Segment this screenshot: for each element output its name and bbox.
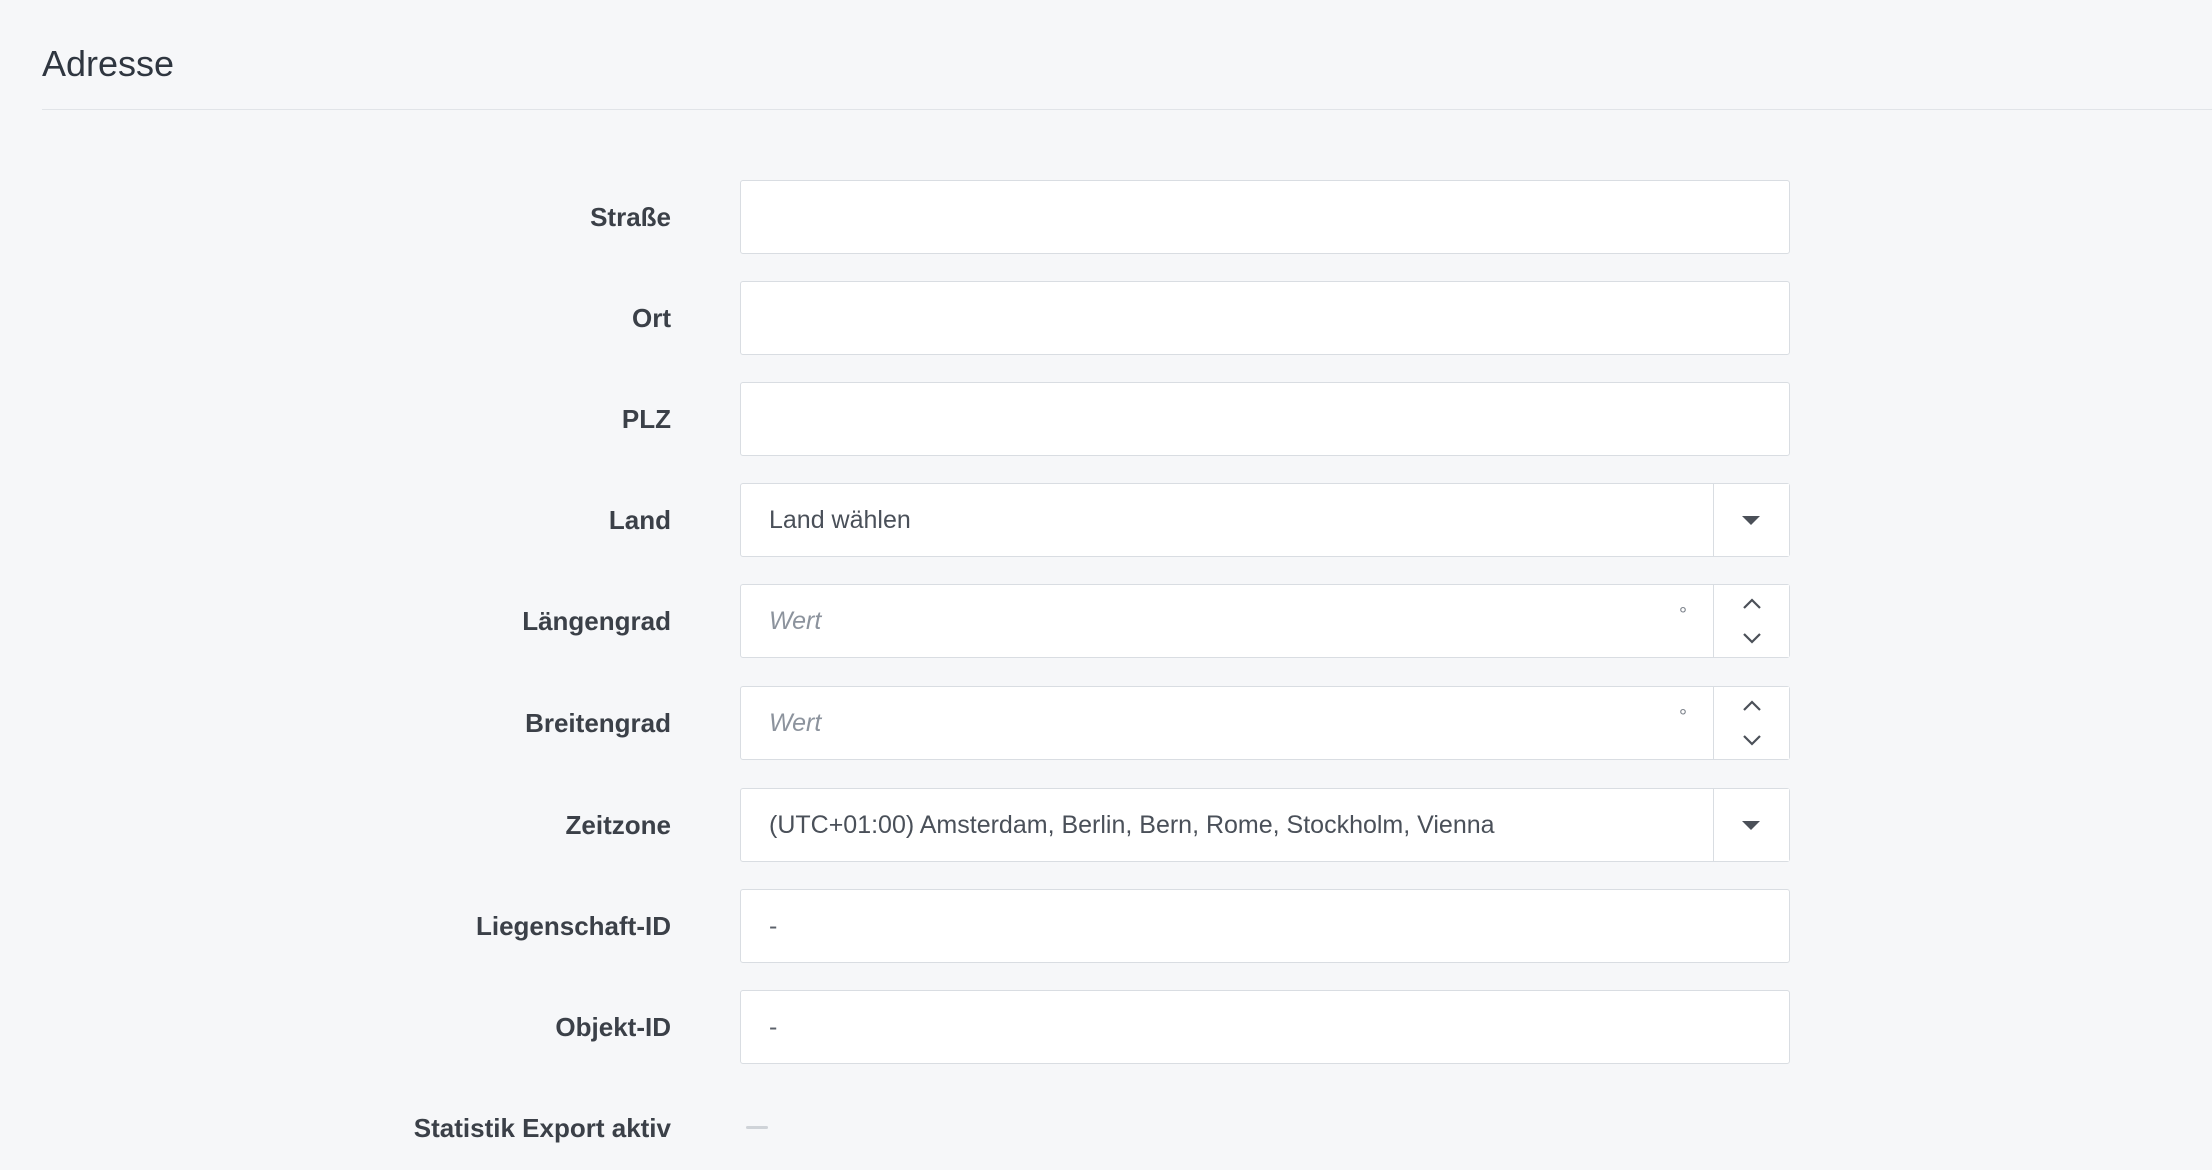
chevron-down-icon (1743, 735, 1761, 746)
latitude-increment-button[interactable] (1738, 695, 1766, 717)
chevron-down-icon (1742, 516, 1760, 525)
section-header: Adresse (42, 0, 2212, 110)
section-title: Adresse (42, 43, 175, 84)
statistics-export-value (746, 1126, 768, 1129)
city-input[interactable] (741, 282, 1789, 354)
zip-label: PLZ (621, 404, 671, 434)
longitude-decrement-button[interactable] (1738, 627, 1766, 649)
zip-input[interactable] (741, 383, 1789, 455)
street-input[interactable] (741, 181, 1789, 253)
form-row-property-id: Liegenschaft-ID - (0, 889, 2212, 963)
object-id-label: Objekt-ID (555, 1012, 671, 1042)
longitude-unit: ° (1679, 604, 1687, 626)
city-label: Ort (632, 303, 671, 333)
street-field[interactable] (740, 180, 1790, 254)
country-select[interactable]: Land wählen (740, 483, 1790, 557)
form-row-street: Straße (0, 180, 2212, 254)
property-id-value: - (769, 912, 778, 940)
longitude-stepper (1713, 585, 1789, 657)
form-row-longitude: Längengrad ° (0, 584, 2212, 658)
longitude-input[interactable] (741, 585, 1789, 657)
object-id-value: - (769, 1013, 778, 1041)
longitude-field[interactable]: ° (740, 584, 1790, 658)
timezone-select[interactable]: (UTC+01:00) Amsterdam, Berlin, Bern, Rom… (740, 788, 1790, 862)
latitude-label: Breitengrad (525, 708, 671, 738)
city-field[interactable] (740, 281, 1790, 355)
zip-field[interactable] (740, 382, 1790, 456)
form-row-object-id: Objekt-ID - (0, 990, 2212, 1064)
property-id-label: Liegenschaft-ID (475, 911, 671, 941)
form-row-timezone: Zeitzone (UTC+01:00) Amsterdam, Berlin, … (0, 788, 2212, 862)
latitude-unit: ° (1679, 706, 1687, 728)
form-row-country: Land Land wählen (0, 483, 2212, 557)
latitude-input[interactable] (741, 687, 1789, 759)
form-row-latitude: Breitengrad ° (0, 686, 2212, 760)
street-label: Straße (590, 202, 671, 232)
chevron-up-icon (1743, 598, 1761, 609)
property-id-field[interactable]: - (740, 889, 1790, 963)
longitude-increment-button[interactable] (1738, 593, 1766, 615)
statistics-export-label: Statistik Export aktiv (413, 1113, 671, 1143)
latitude-field[interactable]: ° (740, 686, 1790, 760)
latitude-stepper (1713, 687, 1789, 759)
form-row-statistics-export: Statistik Export aktiv — (0, 1091, 2212, 1165)
chevron-down-icon (1743, 633, 1761, 644)
timezone-selected-value: (UTC+01:00) Amsterdam, Berlin, Bern, Rom… (769, 811, 1495, 839)
chevron-down-icon (1742, 821, 1760, 830)
form-row-city: Ort (0, 281, 2212, 355)
object-id-field[interactable]: - (740, 990, 1790, 1064)
country-selected-value: Land wählen (769, 506, 911, 534)
form-row-zip: PLZ (0, 382, 2212, 456)
country-dropdown-toggle[interactable] (1713, 484, 1789, 556)
timezone-dropdown-toggle[interactable] (1713, 789, 1789, 861)
timezone-label: Zeitzone (565, 810, 671, 840)
longitude-label: Längengrad (522, 606, 671, 636)
latitude-decrement-button[interactable] (1738, 729, 1766, 751)
chevron-up-icon (1743, 700, 1761, 711)
country-label: Land (608, 505, 671, 535)
